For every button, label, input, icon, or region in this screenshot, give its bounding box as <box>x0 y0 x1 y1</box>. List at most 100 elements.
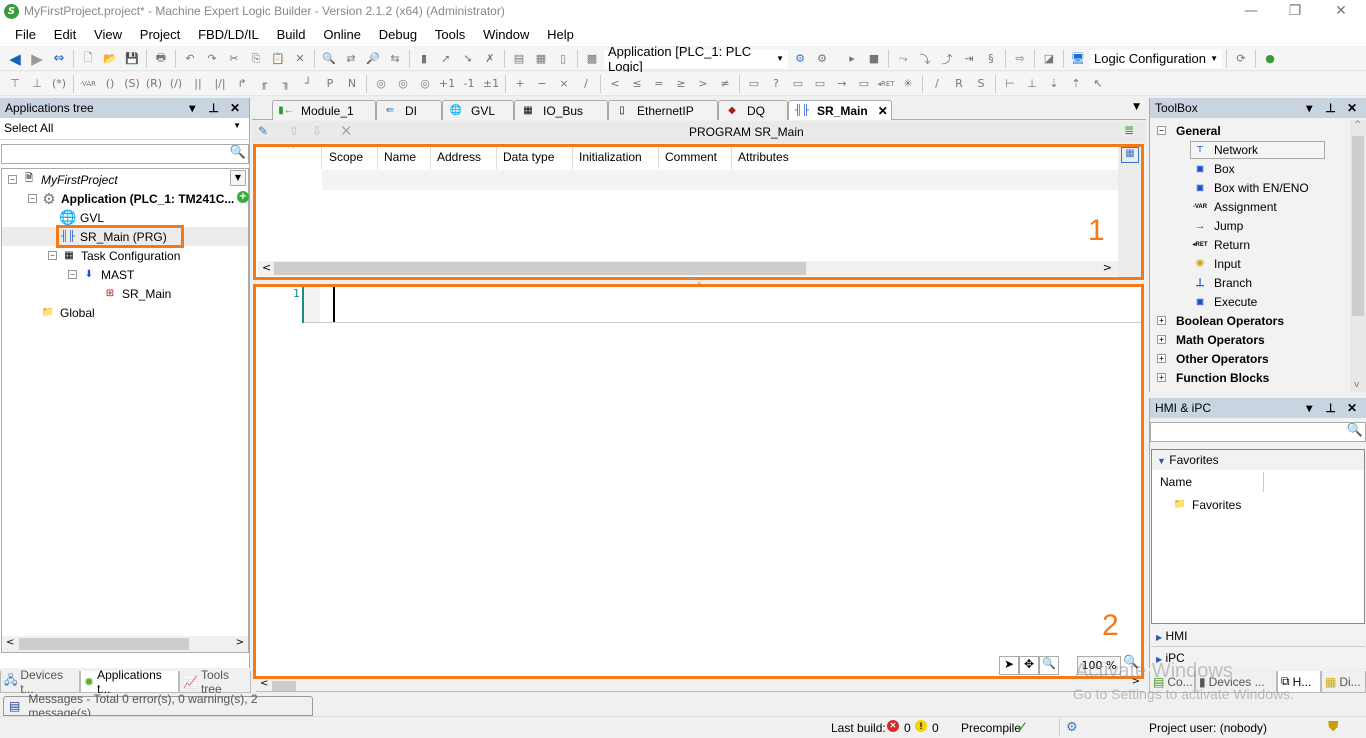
menu-window[interactable]: Window <box>476 24 536 46</box>
collapse-icon[interactable]: − <box>48 251 57 260</box>
menu-project[interactable]: Project <box>133 24 187 46</box>
arrow-right-icon[interactable]: ⇨ <box>1011 50 1029 68</box>
tab-list-dropdown[interactable]: ▼ <box>1133 102 1140 112</box>
move-up-icon[interactable]: ⇧ <box>289 124 299 138</box>
return-icon[interactable]: ◂RET <box>877 75 895 93</box>
negate-icon[interactable]: / <box>928 75 946 93</box>
close-tab-icon[interactable]: ✕ <box>878 104 888 118</box>
paste-icon[interactable]: 📋 <box>269 50 287 68</box>
tree-item-project[interactable]: − 🗎 MyFirstProject <box>8 170 118 189</box>
pin-icon[interactable]: ⊥ <box>205 101 223 115</box>
add-object-icon[interactable]: + <box>237 191 249 203</box>
comment-icon[interactable]: (*) <box>50 75 68 93</box>
name-column-header[interactable]: Name <box>1160 475 1192 489</box>
tree-dropdown-button[interactable]: ▼ <box>230 170 246 186</box>
minimize-button[interactable]: — <box>1228 0 1274 24</box>
tab-catalog[interactable]: ▤ Co... <box>1149 671 1195 693</box>
tab-module-1[interactable]: ▮← Module_1 <box>272 100 376 120</box>
scroll-down-icon[interactable]: v <box>1354 380 1359 390</box>
filter-select[interactable]: Select All ▼ <box>0 118 249 140</box>
toolbox-item-branch[interactable]: ⊥ Branch <box>1192 273 1252 292</box>
stop-icon[interactable]: ■ <box>865 50 883 68</box>
set-reset-icon[interactable]: S <box>972 75 990 93</box>
tree-item-task-configuration[interactable]: − ▦ Task Configuration <box>48 246 180 265</box>
tab-diagnostics[interactable]: ▦ Di... <box>1321 671 1366 693</box>
panel-close-icon[interactable]: ✕ <box>1343 101 1361 115</box>
hmi-search-input[interactable]: 🔍 <box>1150 422 1366 442</box>
move-down-icon[interactable]: ⇣ <box>1045 75 1063 93</box>
step-over-icon[interactable]: ⤳ <box>894 50 912 68</box>
ge-icon[interactable]: ≥ <box>672 75 690 93</box>
user-login-icon[interactable]: ● <box>1261 50 1279 68</box>
toolbox-item-jump[interactable]: → Jump <box>1192 216 1244 235</box>
find-replace-icon[interactable]: ⇄ <box>342 50 360 68</box>
rising-edge-icon[interactable]: ┘ <box>299 75 317 93</box>
tab-devices-tree[interactable]: 🖧 Devices t... <box>0 668 80 696</box>
favorites-header[interactable]: ▼ Favorites <box>1152 450 1364 470</box>
breakpoint-icon[interactable]: § <box>982 50 1000 68</box>
logout-icon[interactable]: ⚙ <box>813 50 831 68</box>
contact-icon[interactable]: || <box>189 75 207 93</box>
tab-applications-tree[interactable]: ✹ Applications t... <box>80 668 179 696</box>
div-icon[interactable]: / <box>577 75 595 93</box>
toolbox-category-boolean[interactable]: + Boolean Operators <box>1157 311 1284 330</box>
pin-icon[interactable]: ⊥ <box>1322 401 1340 415</box>
pin-icon[interactable]: ⊥ <box>1322 101 1340 115</box>
tp-icon[interactable]: ◎ <box>416 75 434 93</box>
cut-icon[interactable]: ✂ <box>225 50 243 68</box>
tab-tools-tree[interactable]: 📈 Tools tree <box>179 668 251 696</box>
scrollbar-thumb[interactable] <box>19 638 189 650</box>
tab-ethernetip[interactable]: ▯ EthernetIP <box>608 100 718 120</box>
device-status-icon[interactable]: ⚙ <box>1066 719 1078 735</box>
panel-menu-icon[interactable]: ▾ <box>183 101 201 115</box>
undo-icon[interactable]: ↶ <box>181 50 199 68</box>
collapse-icon[interactable]: − <box>28 194 37 203</box>
menu-fbd-ld-il[interactable]: FBD/LD/IL <box>191 24 266 46</box>
panel-menu-icon[interactable]: ▾ <box>1300 401 1318 415</box>
scroll-right-icon[interactable]: > <box>1132 676 1140 687</box>
panel-menu-icon[interactable]: ▾ <box>1300 101 1318 115</box>
menu-build[interactable]: Build <box>270 24 313 46</box>
scroll-up-icon[interactable]: ^ <box>1354 120 1362 130</box>
panel-close-icon[interactable]: ✕ <box>1343 401 1361 415</box>
monitor-icon[interactable]: 🖥 <box>1069 50 1087 68</box>
new-file-icon[interactable]: 🗋 <box>79 50 97 68</box>
refresh-icon[interactable]: ⟳ <box>1232 50 1250 68</box>
forward-icon[interactable]: ▶ <box>28 50 46 68</box>
menu-edit[interactable]: Edit <box>47 24 83 46</box>
toolbox-item-network[interactable]: ⊤ Network <box>1192 140 1259 159</box>
clipboard-icon[interactable]: ▤ <box>510 50 528 68</box>
jump-icon[interactable]: → <box>833 75 851 93</box>
navigate-icon[interactable]: ⇔ <box>50 50 68 68</box>
login-icon[interactable]: ⚙ <box>791 50 809 68</box>
collapse-icon[interactable]: − <box>1157 126 1166 135</box>
editor-horizontal-scrollbar[interactable]: < > <box>256 676 1144 692</box>
negated-contact-icon[interactable]: |/| <box>211 75 229 93</box>
menu-online[interactable]: Online <box>316 24 368 46</box>
scrollbar-thumb[interactable] <box>272 681 296 691</box>
step-out-icon[interactable]: ⤴ <box>938 50 956 68</box>
parallel-contact-icon[interactable]: ↱ <box>233 75 251 93</box>
toolbox-item-input[interactable]: ✳ Input <box>1192 254 1240 273</box>
insert-network-icon[interactable]: ⊤ <box>6 75 24 93</box>
ctd-icon[interactable]: -1 <box>460 75 478 93</box>
expand-icon[interactable]: + <box>1157 373 1166 382</box>
tab-hmi[interactable]: ⧉ H... <box>1277 671 1321 693</box>
n-contact-icon[interactable]: N <box>343 75 361 93</box>
copy-icon[interactable]: ⎘ <box>247 50 265 68</box>
next-bookmark-icon[interactable]: ➚ <box>437 50 455 68</box>
delete-icon[interactable]: ✕ <box>291 50 309 68</box>
reset-coil-icon[interactable]: (R) <box>145 75 163 93</box>
toolbox-category-math[interactable]: + Math Operators <box>1157 330 1265 349</box>
precompile-label[interactable]: Precompile <box>961 721 1021 735</box>
prev-bookmark-icon[interactable]: ➘ <box>459 50 477 68</box>
calendar-icon[interactable]: ▩ <box>583 50 601 68</box>
le-icon[interactable]: ≤ <box>628 75 646 93</box>
lt-icon[interactable]: < <box>606 75 624 93</box>
toolbox-item-assignment[interactable]: -VAR Assignment <box>1192 197 1277 216</box>
set-coil-icon[interactable]: (S) <box>123 75 141 93</box>
print-icon[interactable]: 🖶 <box>152 50 170 68</box>
tree-item-global[interactable]: 📁 Global <box>40 303 95 322</box>
tof-icon[interactable]: ◎ <box>394 75 412 93</box>
ton-icon[interactable]: ◎ <box>372 75 390 93</box>
